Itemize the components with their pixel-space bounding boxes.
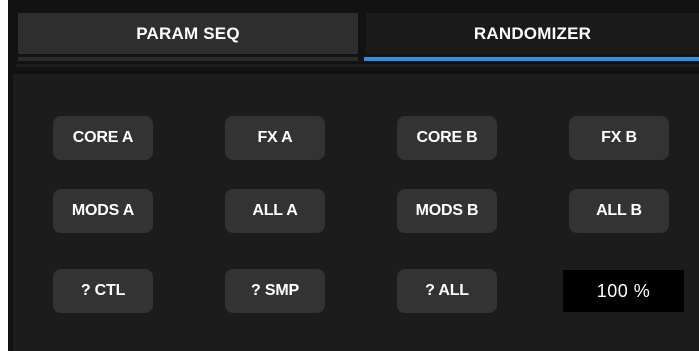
randomize-smp-button[interactable]: ? SMP (225, 269, 325, 313)
randomize-core-a-button[interactable]: CORE A (53, 116, 153, 160)
randomize-core-b-button[interactable]: CORE B (397, 116, 497, 160)
tab-param-seq[interactable]: PARAM SEQ (18, 13, 358, 54)
randomize-amount-field[interactable]: 100 % (563, 270, 684, 312)
randomize-all-a-button[interactable]: ALL A (225, 189, 325, 233)
randomize-fx-a-button[interactable]: FX A (225, 116, 325, 160)
randomizer-content: CORE A FX A CORE B FX B MODS A ALL A MOD… (13, 74, 699, 351)
tab-underline-active (364, 57, 699, 61)
randomize-mods-b-button[interactable]: MODS B (397, 189, 497, 233)
tab-separator (16, 64, 699, 67)
randomize-all-button[interactable]: ? ALL (397, 269, 497, 313)
tab-randomizer[interactable]: RANDOMIZER (366, 13, 699, 54)
randomize-ctl-button[interactable]: ? CTL (53, 269, 153, 313)
randomize-fx-b-button[interactable]: FX B (569, 116, 669, 160)
randomize-all-b-button[interactable]: ALL B (569, 189, 669, 233)
randomize-mods-a-button[interactable]: MODS A (53, 189, 153, 233)
tab-underline-inactive (18, 57, 358, 61)
randomizer-panel: PARAM SEQ RANDOMIZER CORE A FX A CORE B … (8, 0, 699, 351)
